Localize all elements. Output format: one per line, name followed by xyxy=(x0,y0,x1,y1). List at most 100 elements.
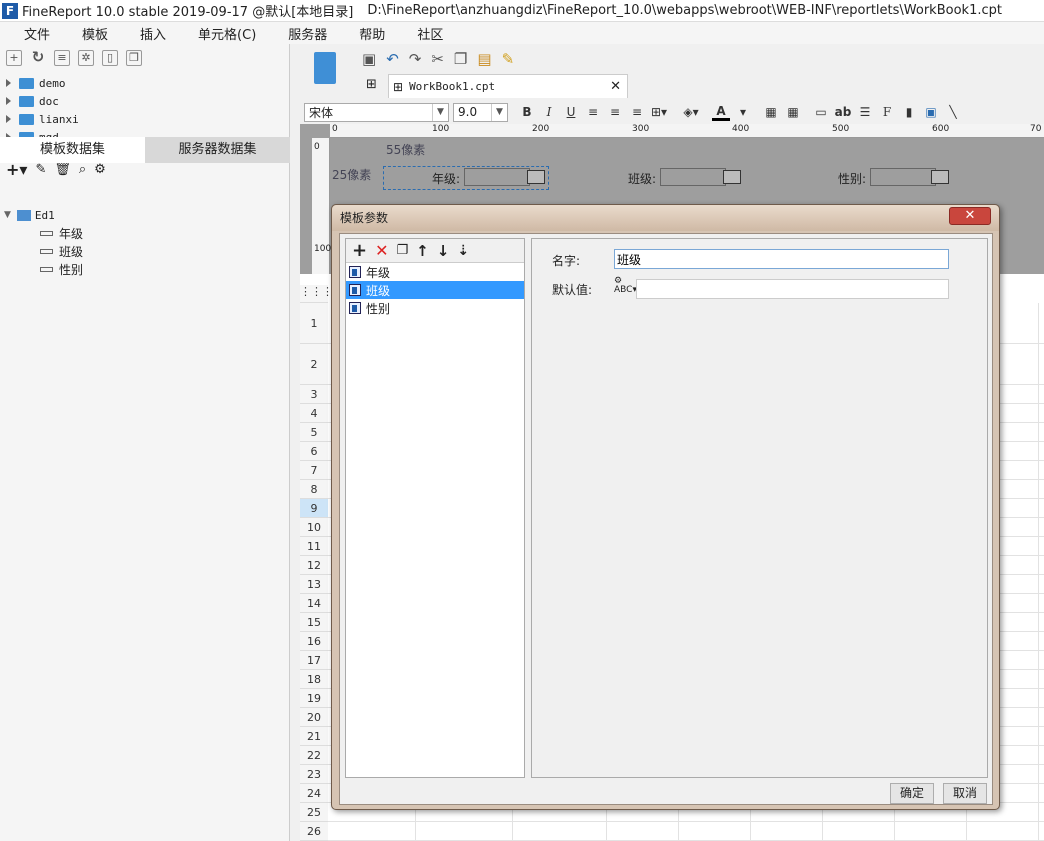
tree-item-doc[interactable]: doc xyxy=(0,92,289,110)
row-header[interactable]: 11 xyxy=(300,537,328,556)
undo-icon[interactable]: ↶ xyxy=(386,50,399,68)
insert-row-icon[interactable]: ▭ xyxy=(812,105,830,119)
copy-icon[interactable]: ❐ xyxy=(454,50,467,68)
row-header[interactable]: 8 xyxy=(300,480,328,499)
expand-arrow-icon[interactable] xyxy=(6,115,11,123)
menu-community[interactable]: 社区 xyxy=(417,24,443,43)
tree-item-demo[interactable]: demo xyxy=(0,74,289,92)
dropdown-icon[interactable] xyxy=(723,170,741,184)
param-input-grade[interactable] xyxy=(464,168,530,186)
tab-server-dataset[interactable]: 服务器数据集 xyxy=(145,137,290,163)
row-header[interactable]: 3 xyxy=(300,385,328,404)
row-header[interactable]: 25 xyxy=(300,803,328,822)
row-header[interactable]: 14 xyxy=(300,594,328,613)
corner-icon[interactable]: ⋮⋮⋮ xyxy=(300,285,333,303)
param-item-grade[interactable]: 年级 xyxy=(346,263,524,281)
move-up-icon[interactable]: ↑ xyxy=(416,242,429,260)
menu-insert[interactable]: 插入 xyxy=(140,24,166,43)
row-header[interactable]: 17 xyxy=(300,651,328,670)
fill-color-icon[interactable]: ◈▾ xyxy=(682,105,700,119)
redo-icon[interactable]: ↷ xyxy=(409,50,422,68)
format-painter-icon[interactable]: ✎ xyxy=(502,50,515,68)
bar-chart-icon[interactable]: ▮ xyxy=(900,105,918,119)
settings-icon[interactable]: ✲ xyxy=(78,50,94,66)
italic-button[interactable]: I xyxy=(540,105,558,119)
unmerge-icon[interactable]: ▦ xyxy=(784,105,802,119)
delete-icon[interactable]: ▯ xyxy=(102,50,118,66)
default-value-field[interactable] xyxy=(636,279,949,299)
dataset-node[interactable]: ▼ Ed1 xyxy=(4,206,284,224)
ok-button[interactable]: 确定 xyxy=(890,783,934,804)
text-ab-button[interactable]: ab xyxy=(834,105,852,119)
dataset-settings-icon[interactable]: ⚙ xyxy=(94,162,106,177)
show-template-icon[interactable]: ≡ xyxy=(54,50,70,66)
dropdown-icon[interactable] xyxy=(931,170,949,184)
menu-help[interactable]: 帮助 xyxy=(359,24,385,43)
cut-icon[interactable]: ✂ xyxy=(431,50,444,68)
value-type-icon[interactable]: ⚙ ABC▾ xyxy=(614,277,637,295)
underline-button[interactable]: U xyxy=(562,105,580,119)
row-header[interactable]: 10 xyxy=(300,518,328,537)
copy-icon[interactable]: ❐ xyxy=(126,50,142,66)
menu-cell[interactable]: 单元格(C) xyxy=(198,24,256,43)
new-folder-icon[interactable]: + xyxy=(6,50,22,66)
row-header[interactable]: 16 xyxy=(300,632,328,651)
paste-icon[interactable]: ▤ xyxy=(477,50,491,68)
move-down-icon[interactable]: ↓ xyxy=(437,242,450,260)
font-select[interactable]: 宋体 ▼ xyxy=(304,102,449,122)
delete-icon[interactable]: ✕ xyxy=(375,241,388,260)
bold-button[interactable]: B xyxy=(518,105,536,119)
sort-icon[interactable]: ⇣ xyxy=(457,243,469,259)
dataset-field[interactable]: 年级 xyxy=(4,224,284,242)
merge-icon[interactable]: ▦ xyxy=(762,105,780,119)
row-header[interactable]: 20 xyxy=(300,708,328,727)
copy-icon[interactable]: ❐ xyxy=(397,243,409,258)
name-field[interactable] xyxy=(614,249,949,269)
chevron-down-icon[interactable]: ▾ xyxy=(734,105,752,119)
row-header[interactable]: 6 xyxy=(300,442,328,461)
size-select[interactable]: 9.0 ▼ xyxy=(453,102,508,122)
border-icon[interactable]: ⊞▾ xyxy=(650,105,668,119)
tab-template-dataset[interactable]: 模板数据集 xyxy=(0,137,145,163)
row-header[interactable]: 7 xyxy=(300,461,328,480)
tree-item-lianxi[interactable]: lianxi xyxy=(0,110,289,128)
param-input-class[interactable] xyxy=(660,168,726,186)
align-center-icon[interactable]: ≡ xyxy=(606,105,624,119)
menu-template[interactable]: 模板 xyxy=(82,24,108,43)
dropdown-icon[interactable] xyxy=(527,170,545,184)
param-item-class[interactable]: 班级 xyxy=(346,281,524,299)
row-header[interactable]: 13 xyxy=(300,575,328,594)
row-header[interactable]: 21 xyxy=(300,727,328,746)
slash-icon[interactable]: ╲ xyxy=(944,105,962,119)
align-left-icon[interactable]: ≡ xyxy=(584,105,602,119)
param-input-gender[interactable] xyxy=(870,168,936,186)
add-icon[interactable]: + xyxy=(352,240,367,261)
menu-file[interactable]: 文件 xyxy=(24,24,50,43)
image-icon[interactable]: ▣ xyxy=(922,105,940,119)
row-header[interactable]: 9 xyxy=(300,499,328,518)
close-tab-icon[interactable]: ✕ xyxy=(610,79,621,94)
align-right-icon[interactable]: ≡ xyxy=(628,105,646,119)
edit-icon[interactable]: ✎ xyxy=(35,162,46,177)
row-header[interactable]: 18 xyxy=(300,670,328,689)
chevron-down-icon[interactable]: ▼ xyxy=(432,103,448,121)
formula-icon[interactable]: F xyxy=(878,105,896,119)
template-icon[interactable] xyxy=(314,52,336,84)
dataset-field[interactable]: 班级 xyxy=(4,242,284,260)
row-header[interactable]: 5 xyxy=(300,423,328,442)
row-header[interactable]: 22 xyxy=(300,746,328,765)
close-icon[interactable]: ✕ xyxy=(949,207,991,225)
row-header[interactable]: 2 xyxy=(300,344,328,385)
refresh-icon[interactable]: ↻ xyxy=(30,50,46,66)
dataset-field[interactable]: 性别 xyxy=(4,260,284,278)
expand-arrow-icon[interactable] xyxy=(6,79,11,87)
delete-dataset-icon[interactable]: 🗑 xyxy=(54,162,71,177)
row-header[interactable]: 4 xyxy=(300,404,328,423)
wrap-text-icon[interactable]: ☰ xyxy=(856,105,874,119)
row-header[interactable]: 12 xyxy=(300,556,328,575)
row-header[interactable]: 15 xyxy=(300,613,328,632)
collapse-arrow-icon[interactable]: ▼ xyxy=(4,210,11,220)
row-header[interactable]: 26 xyxy=(300,822,328,841)
menu-server[interactable]: 服务器 xyxy=(288,24,327,43)
save-icon[interactable]: ▣ xyxy=(362,50,376,68)
